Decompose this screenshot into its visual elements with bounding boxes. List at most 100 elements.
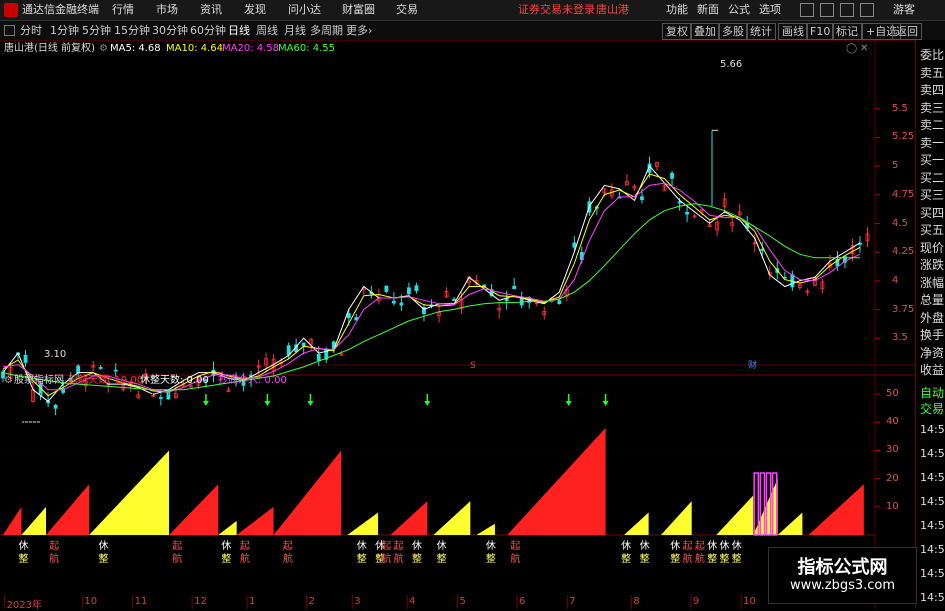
rest-label: 休 xyxy=(412,541,423,552)
candle xyxy=(444,287,449,298)
date-tick-label: 5 xyxy=(459,596,466,607)
buy-arrow-icon xyxy=(602,394,609,406)
date-tick-label: 9 xyxy=(692,596,700,607)
return-button[interactable]: 返回 xyxy=(892,23,922,40)
sail-label-2: 航 xyxy=(694,554,705,565)
sail-label: 起 xyxy=(381,541,392,552)
period-1min[interactable]: 1分钟 xyxy=(50,21,79,40)
candle xyxy=(286,342,291,360)
minimize-icon[interactable] xyxy=(800,3,814,17)
ma60-legend: MA60: 4.55 xyxy=(278,43,336,54)
rest-label-2: 整 xyxy=(485,554,496,565)
quote-field-label: 卖二 xyxy=(920,118,945,132)
menu-options[interactable]: 选项 xyxy=(759,0,781,20)
period-60min[interactable]: 60分钟 xyxy=(190,21,226,40)
menu-trade[interactable]: 交易 xyxy=(396,0,418,20)
trade-time: 14:50 xyxy=(920,423,945,436)
menu-market[interactable]: 行情 xyxy=(112,0,134,20)
close-icon[interactable] xyxy=(860,3,874,17)
overlay-button[interactable]: 叠加 xyxy=(690,23,720,40)
candle xyxy=(392,292,396,306)
menu-ask[interactable]: 问小达 xyxy=(288,0,321,20)
quote-field-label: 买四 xyxy=(920,205,945,220)
indicator-tick-label: 50 xyxy=(886,388,899,400)
price-tick-label: 5.5 xyxy=(892,102,908,114)
date-tick-label: 6 xyxy=(518,596,526,607)
auto-trade-label[interactable]: 交易 xyxy=(920,402,945,417)
date-tick-label: 11 xyxy=(134,596,148,607)
close-icon[interactable]: ✕ xyxy=(860,42,868,56)
rest-label-2: 整 xyxy=(639,554,650,565)
quote-field-label: 外盘 xyxy=(920,310,945,325)
menu-new-page[interactable]: 新面 xyxy=(697,0,719,20)
rest-label-2: 整 xyxy=(436,554,447,565)
indicator-ramp-bar xyxy=(390,501,428,535)
indicator-name: 股票指标网 xyxy=(14,375,64,386)
menu-news[interactable]: 资讯 xyxy=(200,0,222,20)
maximize-icon[interactable] xyxy=(840,3,854,17)
f10-button[interactable]: F10 xyxy=(806,23,835,40)
settings-icon[interactable]: ⚙ xyxy=(99,42,108,56)
draw-button[interactable]: 画线 xyxy=(778,23,808,40)
period-5min[interactable]: 5分钟 xyxy=(82,21,111,40)
indicator-ramp-bar xyxy=(660,501,692,535)
menu-exchange[interactable]: 市场 xyxy=(156,0,178,20)
indicator-ramp-bar xyxy=(347,512,379,535)
settings-icon[interactable]: ◯ xyxy=(846,42,857,56)
quote-field-label: 买三 xyxy=(920,188,945,202)
price-tick-label: 5 xyxy=(892,160,899,172)
ma5-legend: MA5: 4.68 xyxy=(110,43,161,54)
indicator-tick-label: 40 xyxy=(886,416,899,428)
indicator-ramp-bar xyxy=(218,520,237,535)
bottom-buy-legend: 抄底介入: 0.00 xyxy=(218,375,287,386)
stats-button[interactable]: 统计 xyxy=(746,23,776,40)
rest-label: 休 xyxy=(719,541,730,552)
rest-label: 休 xyxy=(356,541,367,552)
period-15min[interactable]: 15分钟 xyxy=(114,21,150,40)
restore-icon[interactable] xyxy=(820,3,834,17)
auto-trade-label[interactable]: 自动 xyxy=(920,386,945,401)
period-day[interactable]: 日线 xyxy=(228,21,250,40)
date-tick-label: 1 xyxy=(249,596,256,607)
login-notice[interactable]: 证券交易未登录 xyxy=(518,0,595,20)
period-month[interactable]: 月线 xyxy=(284,21,306,40)
indicator-ramp-bar xyxy=(716,495,754,535)
candle xyxy=(820,278,825,294)
candle xyxy=(865,227,870,247)
multi-stock-button[interactable]: 多股 xyxy=(718,23,748,40)
menu-discover[interactable]: 发现 xyxy=(244,0,266,20)
indicator-ramp-bar xyxy=(777,512,803,535)
adjust-button[interactable]: 复权 xyxy=(662,23,692,40)
guest-user[interactable]: 游客 xyxy=(893,0,915,20)
period-week[interactable]: 周线 xyxy=(256,21,278,40)
buy-arrow-icon xyxy=(202,394,209,406)
period-30min[interactable]: 30分钟 xyxy=(152,21,188,40)
menu-function[interactable]: 功能 xyxy=(666,0,688,20)
buy-arrow-icon xyxy=(307,394,314,406)
indicator-tick-label: 20 xyxy=(886,472,899,484)
indicator-settings-icon[interactable]: ⚙ xyxy=(4,374,13,388)
quote-field-label: 换手 xyxy=(920,328,945,342)
indicator-ramp-bar xyxy=(89,450,170,535)
chevron-right-icon[interactable]: › xyxy=(368,21,372,40)
menu-formula[interactable]: 公式 xyxy=(728,0,750,20)
quote-field-label: 净资 xyxy=(920,345,945,360)
trade-time: 14:50 xyxy=(920,591,945,604)
price-tick-label: 4 xyxy=(892,274,899,286)
sail-label: 起 xyxy=(49,541,60,552)
period-tick[interactable]: 分时 xyxy=(20,21,42,40)
high-price-label: 5.66 xyxy=(720,59,743,70)
mark-button[interactable]: 标记 xyxy=(832,23,862,40)
date-tick-label: 10 xyxy=(84,596,98,607)
period-more[interactable]: 更多 xyxy=(346,21,368,40)
event-marker-finance[interactable]: 财 xyxy=(748,359,757,373)
event-marker-s[interactable]: S xyxy=(470,359,476,373)
sail-label: 起 xyxy=(282,541,293,552)
stock-chart-title: 唐山港(日线 前复权) xyxy=(4,43,95,54)
candle xyxy=(519,291,524,309)
chart-canvas[interactable] xyxy=(0,40,915,609)
back-icon[interactable] xyxy=(4,25,15,36)
menu-wealth[interactable]: 财富圈 xyxy=(342,0,375,20)
low-price-label: 3.10 xyxy=(44,349,67,360)
period-multi[interactable]: 多周期 xyxy=(310,21,343,40)
